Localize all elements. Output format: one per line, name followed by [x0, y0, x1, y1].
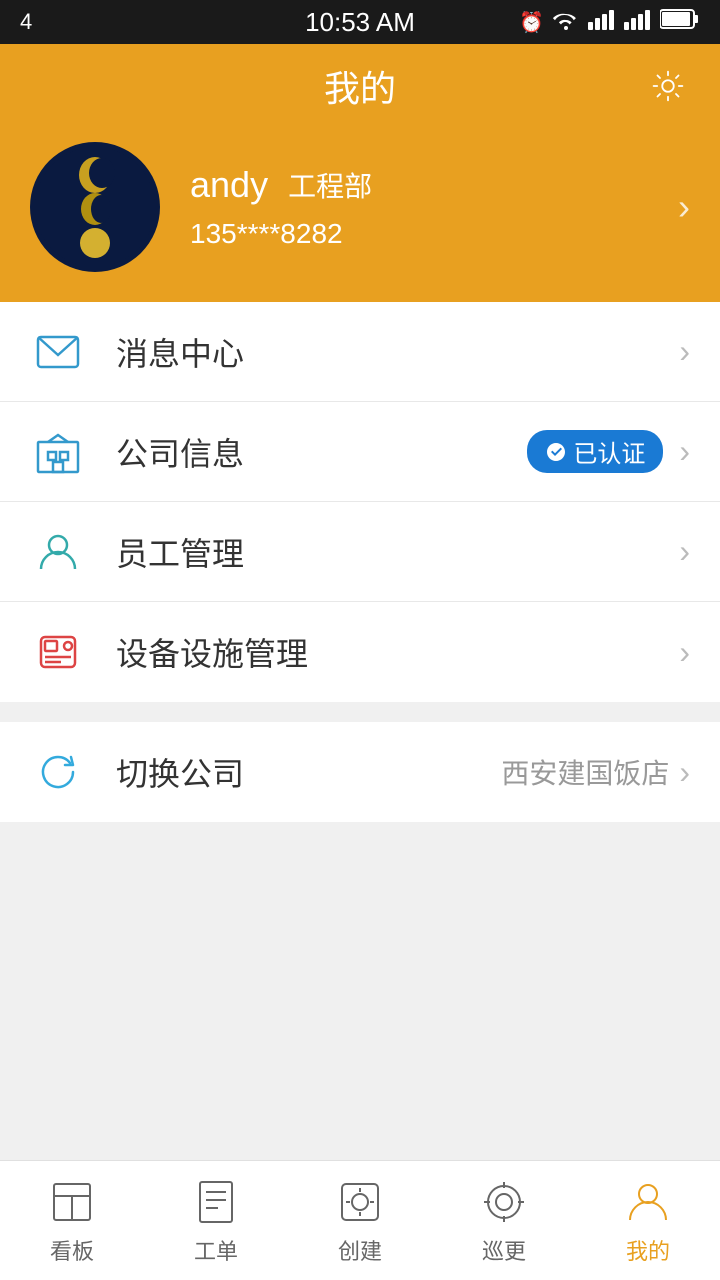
header-top: 我的 [30, 60, 690, 112]
profile-info: andy 工程部 135****8282 [190, 164, 648, 250]
nav-item-patrol[interactable]: 巡更 [432, 1161, 576, 1280]
nav-label-mine: 我的 [626, 1234, 670, 1266]
status-icons: ⏰ [519, 8, 700, 36]
menu-label-equipment: 设备设施管理 [116, 629, 679, 675]
menu-item-message[interactable]: 消息中心 › [0, 302, 720, 402]
person-icon [30, 524, 86, 580]
nav-item-create[interactable]: 创建 [288, 1161, 432, 1280]
profile-dept: 工程部 [288, 165, 372, 205]
content-area: 消息中心 › 公司信息 已认证 › [0, 302, 720, 962]
menu-label-employee: 员工管理 [116, 529, 679, 575]
alarm-icon: ⏰ [519, 10, 544, 35]
time-display: 10:53 AM [305, 7, 415, 38]
wifi-icon [552, 8, 580, 36]
person-nav-icon [622, 1176, 674, 1228]
bottom-nav: 看板 工单 创建 [0, 1160, 720, 1280]
profile-row[interactable]: andy 工程部 135****8282 › [30, 142, 690, 272]
menu-section-main: 消息中心 › 公司信息 已认证 › [0, 302, 720, 702]
nav-item-workorder[interactable]: 工单 [144, 1161, 288, 1280]
nav-label-patrol: 巡更 [482, 1234, 526, 1266]
nav-label-create: 创建 [338, 1234, 382, 1266]
menu-item-equipment[interactable]: 设备设施管理 › [0, 602, 720, 702]
menu-arrow-icon: › [679, 754, 690, 791]
device-icon [30, 624, 86, 680]
menu-arrow-icon: › [679, 333, 690, 370]
menu-arrow-icon: › [679, 533, 690, 570]
menu-label-company: 公司信息 [116, 429, 527, 475]
envelope-icon [30, 324, 86, 380]
settings-button[interactable] [646, 64, 690, 108]
menu-label-switch: 切换公司 [116, 749, 501, 795]
menu-item-switch-company[interactable]: 切换公司 西安建国饭店 › [0, 722, 720, 822]
signal-icon-2 [624, 8, 652, 36]
status-bar: 4 10:53 AM ⏰ [0, 0, 720, 44]
refresh-icon [30, 744, 86, 800]
menu-arrow-icon: › [679, 433, 690, 470]
menu-item-company[interactable]: 公司信息 已认证 › [0, 402, 720, 502]
page-title: 我的 [324, 60, 396, 112]
profile-phone: 135****8282 [190, 218, 648, 250]
menu-section-switch: 切换公司 西安建国饭店 › [0, 722, 720, 822]
building-icon [30, 424, 86, 480]
menu-arrow-icon: › [679, 634, 690, 671]
header: 我的 andy 工程部 [0, 44, 720, 302]
menu-item-employee[interactable]: 员工管理 › [0, 502, 720, 602]
certified-badge: 已认证 [527, 430, 663, 473]
nav-label-kanban: 看板 [50, 1234, 94, 1266]
patrol-icon [478, 1176, 530, 1228]
menu-label-message: 消息中心 [116, 329, 679, 375]
create-icon [334, 1176, 386, 1228]
nav-label-workorder: 工单 [194, 1234, 238, 1266]
board-icon [46, 1176, 98, 1228]
signal-icon-1 [588, 8, 616, 36]
avatar [30, 142, 160, 272]
nav-item-kanban[interactable]: 看板 [0, 1161, 144, 1280]
list-icon [190, 1176, 242, 1228]
certified-text: 已认证 [573, 434, 645, 469]
profile-name: andy [190, 164, 268, 206]
battery-icon [660, 8, 700, 36]
notification-count: 4 [20, 9, 32, 35]
current-company: 西安建国饭店 [501, 752, 669, 792]
nav-item-mine[interactable]: 我的 [576, 1161, 720, 1280]
profile-arrow-icon: › [678, 186, 690, 228]
